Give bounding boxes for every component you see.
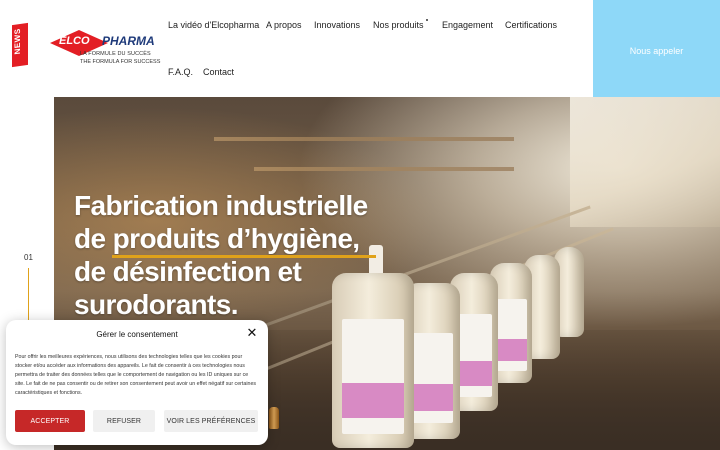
slide-index: 01 [24, 253, 33, 262]
main-nav: La vidéo d'Elcopharma A propos Innovatio… [168, 0, 588, 96]
nav-item-faq[interactable]: F.A.Q. [168, 67, 193, 77]
nav-item-video[interactable]: La vidéo d'Elcopharma [168, 20, 259, 30]
cookie-consent-modal: Gérer le consentement ✕ Pour offrir les … [6, 320, 268, 445]
hero-title-line: de désinfection et [74, 256, 302, 287]
nav-item-certifications[interactable]: Certifications [505, 20, 557, 30]
cookie-title: Gérer le consentement [96, 330, 178, 339]
news-badge-label: NEWS [13, 27, 22, 55]
slide-progress-line [28, 268, 29, 328]
refuse-button[interactable]: REFUSER [93, 410, 155, 432]
cookie-body: Pour offrir les meilleures expériences, … [15, 354, 257, 396]
nav-item-products[interactable]: Nos produits [373, 20, 424, 30]
hero-title-line: de produits d’hygiène, [74, 223, 360, 254]
nav-item-innovations[interactable]: Innovations [314, 20, 360, 30]
hero-title: Fabrication industrielle de produits d’h… [74, 189, 376, 321]
products-dropdown-indicator-icon [426, 19, 428, 21]
page: NEWS ELCO PHARMA LA FORMULE DU SUCCÈS TH… [0, 0, 720, 450]
call-us-button[interactable]: Nous appeler [593, 0, 720, 102]
nav-item-about[interactable]: A propos [266, 20, 302, 30]
logo-tagline-en: THE FORMULA FOR SUCCESS [80, 59, 161, 65]
hero-bg-pipe [254, 167, 514, 171]
hero-bg-window [570, 97, 720, 227]
nav-item-engagement[interactable]: Engagement [442, 20, 493, 30]
hero-bottle-pump [369, 245, 383, 275]
logo-tagline-fr: LA FORMULE DU SUCCÈS [80, 51, 151, 57]
logo-elco: ELCO [59, 35, 90, 47]
logo-pharma: PHARMA [102, 34, 155, 48]
news-badge[interactable]: NEWS [12, 22, 28, 68]
hero-title-line: surodorants. [74, 289, 239, 320]
hero-title-underline [112, 255, 376, 258]
hero-vial [269, 407, 279, 429]
close-icon[interactable]: ✕ [246, 327, 258, 340]
hero-title-line: Fabrication industrielle [74, 190, 368, 221]
view-preferences-button[interactable]: VOIR LES PRÉFÉRENCES [164, 410, 258, 432]
nav-item-contact[interactable]: Contact [203, 67, 234, 77]
hero-bg-pipe [214, 137, 514, 141]
elcopharma-logo[interactable]: ELCO PHARMA LA FORMULE DU SUCCÈS THE FOR… [50, 28, 160, 70]
accept-button[interactable]: ACCEPTER [15, 410, 85, 432]
